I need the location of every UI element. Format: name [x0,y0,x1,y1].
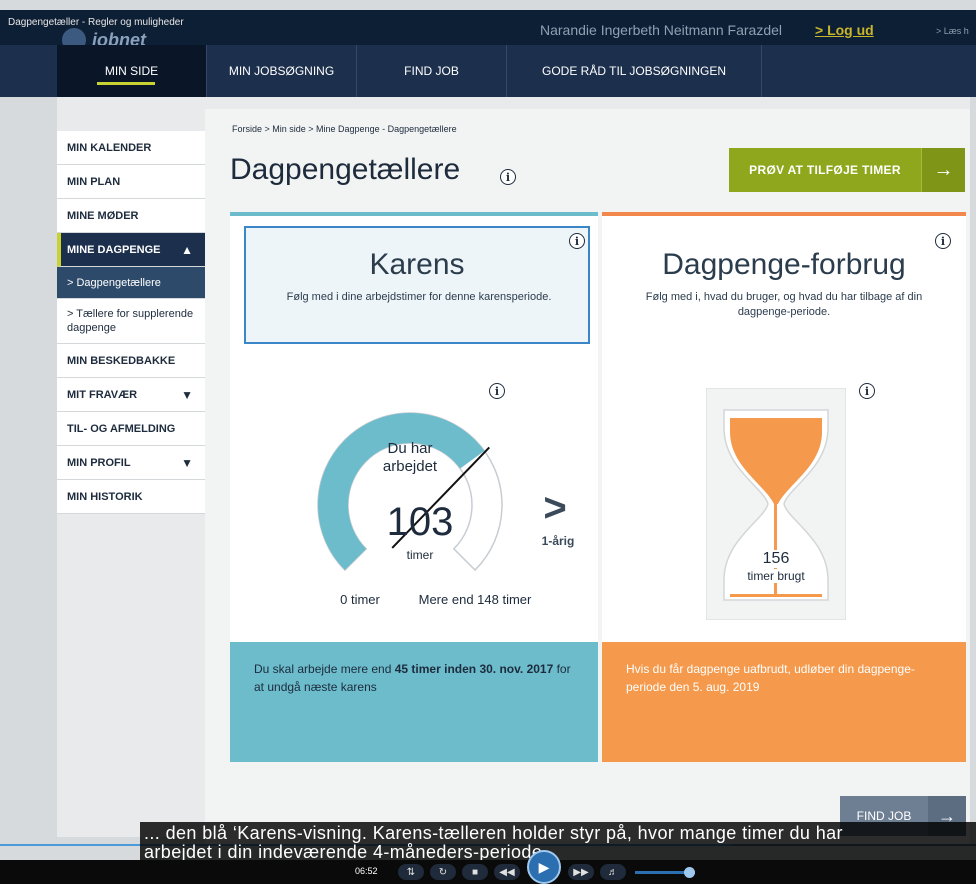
find-job-label: FIND JOB [856,809,912,823]
shuffle-icon[interactable]: ⇅ [398,864,424,880]
chevron-down-icon: ▼ [181,387,193,402]
user-name: Narandie Ingerbeth Neitmann Farazdel [540,22,783,38]
sidebar-subitem-supplerende[interactable]: > Tællere for supplerende dagpenge [57,299,205,344]
sidebar-subitem-dagpengetaellere[interactable]: > Dagpengetællere [57,267,205,299]
gauge-min-label: 0 timer [340,592,380,607]
sidebar-item-label: MIN BESKEDBAKKE [67,354,176,367]
sidebar-item-mit-fravaer[interactable]: MIT FRAVÆR ▼ [57,378,205,412]
main-nav: MIN SIDE MIN JOBSØGNING FIND JOB GODE RÅ… [0,45,976,97]
play-icon[interactable]: ▶ [527,850,561,884]
nav-active-indicator [97,82,155,85]
fast-forward-icon[interactable]: ▶▶ [568,864,594,880]
hours-worked-unit: timer [406,548,434,562]
karens-footer-pre: Du skal arbejde mere end [254,662,395,676]
gauge-heading-line2: arbejdet [382,458,438,475]
sidebar-item-min-plan[interactable]: MIN PLAN [57,165,205,199]
sidebar-item-label: MINE DAGPENGE [67,243,161,256]
hourglass-sand-bottom [730,594,822,597]
sidebar: MIN KALENDER MIN PLAN MINE MØDER MINE DA… [57,131,205,514]
hourglass-icon [706,388,846,620]
stop-icon[interactable]: ■ [462,864,488,880]
sidebar-item-label: MIN PROFIL [67,456,131,469]
info-icon[interactable]: i [935,233,951,249]
karens-gauge [317,412,503,572]
forbrug-title: Dagpenge-forbrug [662,248,906,281]
sidebar-item-label: MIN HISTORIK [67,490,143,503]
sidebar-item-min-profil[interactable]: MIN PROFIL ▼ [57,446,205,480]
gauge-heading: Du har arbejdet [370,440,450,476]
info-icon[interactable]: i [489,383,505,399]
info-icon[interactable]: i [500,169,516,185]
sidebar-item-label: MIN KALENDER [67,141,152,154]
sidebar-item-mine-moeder[interactable]: MINE MØDER [57,199,205,233]
sidebar-item-label: MIT FRAVÆR [67,388,138,401]
logout-link[interactable]: > Log ud [815,22,874,38]
sidebar-item-min-beskedbakke[interactable]: MIN BESKEDBAKKE [57,344,205,378]
repeat-icon[interactable]: ↻ [430,864,456,880]
breadcrumb[interactable]: Forside > Min side > Mine Dagpenge - Dag… [232,124,457,134]
chevron-down-icon: ▼ [181,455,193,470]
forbrug-subtitle: Følg med i, hvad du bruger, og hvad du h… [645,291,923,318]
video-control-bar: ⇅ ↻ ■ ◀◀ ▶ ▶▶ ♬ [395,850,715,884]
gauge-heading-line1: Du har [387,440,433,457]
hours-used-value: 156 [750,550,802,568]
info-icon[interactable]: i [569,233,585,249]
sidebar-item-label: MIN PLAN [67,175,121,188]
sidebar-item-til-og-afmelding[interactable]: TIL- OG AFMELDING [57,412,205,446]
next-karens-label: 1-årig [541,534,575,548]
info-icon[interactable]: i [859,383,875,399]
chevron-up-icon: ▲ [181,242,193,257]
top-bar: Dagpengetæller - Regler og muligheder jo… [0,10,976,52]
add-hours-button[interactable]: PRØV AT TILFØJE TIMER → [729,148,965,192]
page-title: Dagpengetællere [230,153,461,186]
nav-min-side[interactable]: MIN SIDE [57,45,207,97]
karens-footer: Du skal arbejde mere end 45 timer inden … [230,642,598,762]
volume-icon[interactable]: ♬ [600,864,626,880]
greater-than-icon: > [543,486,567,530]
sidebar-item-min-historik[interactable]: MIN HISTORIK [57,480,205,514]
add-hours-label: PRØV AT TILFØJE TIMER [749,163,901,177]
volume-slider[interactable] [635,866,695,878]
hours-worked-value: 103 [386,500,454,544]
karens-footer-bold: 45 timer inden 30. nov. 2017 [394,662,554,676]
hours-used-label: timer brugt [730,569,822,583]
nav-min-jobsoegning[interactable]: MIN JOBSØGNING [207,45,357,97]
karens-subtitle: Følg med i dine arbejdstimer for denne k… [286,291,552,303]
sidebar-item-min-kalender[interactable]: MIN KALENDER [57,131,205,165]
sidebar-item-label: MINE MØDER [67,209,139,222]
volume-knob[interactable] [684,866,695,878]
nav-find-job[interactable]: FIND JOB [357,45,507,97]
arrow-right-icon: → [921,148,965,192]
video-time: 06:52 [355,866,378,876]
gauge-max-label: Mere end 148 timer [418,592,532,607]
karens-title: Karens [369,248,465,281]
read-more-link[interactable]: > Læs h [936,26,969,36]
nav-gode-raad[interactable]: GODE RÅD TIL JOBSØGNINGEN [507,45,762,97]
sidebar-item-mine-dagpenge[interactable]: MINE DAGPENGE ▲ [57,233,205,267]
sidebar-item-label: TIL- OG AFMELDING [67,422,176,435]
rewind-icon[interactable]: ◀◀ [494,864,520,880]
forbrug-footer: Hvis du får dagpenge uafbrudt, udløber d… [602,642,966,762]
video-subtitle: ... den blå ‘Karens-visning. Karens-tæll… [140,822,976,862]
karens-header-box[interactable]: Karens Følg med i dine arbejdstimer for … [244,226,590,344]
video-frame: Dagpengetæller - Regler og muligheder jo… [0,0,976,884]
subtitle-line1: ... den blå ‘Karens-visning. Karens-tæll… [144,823,843,843]
